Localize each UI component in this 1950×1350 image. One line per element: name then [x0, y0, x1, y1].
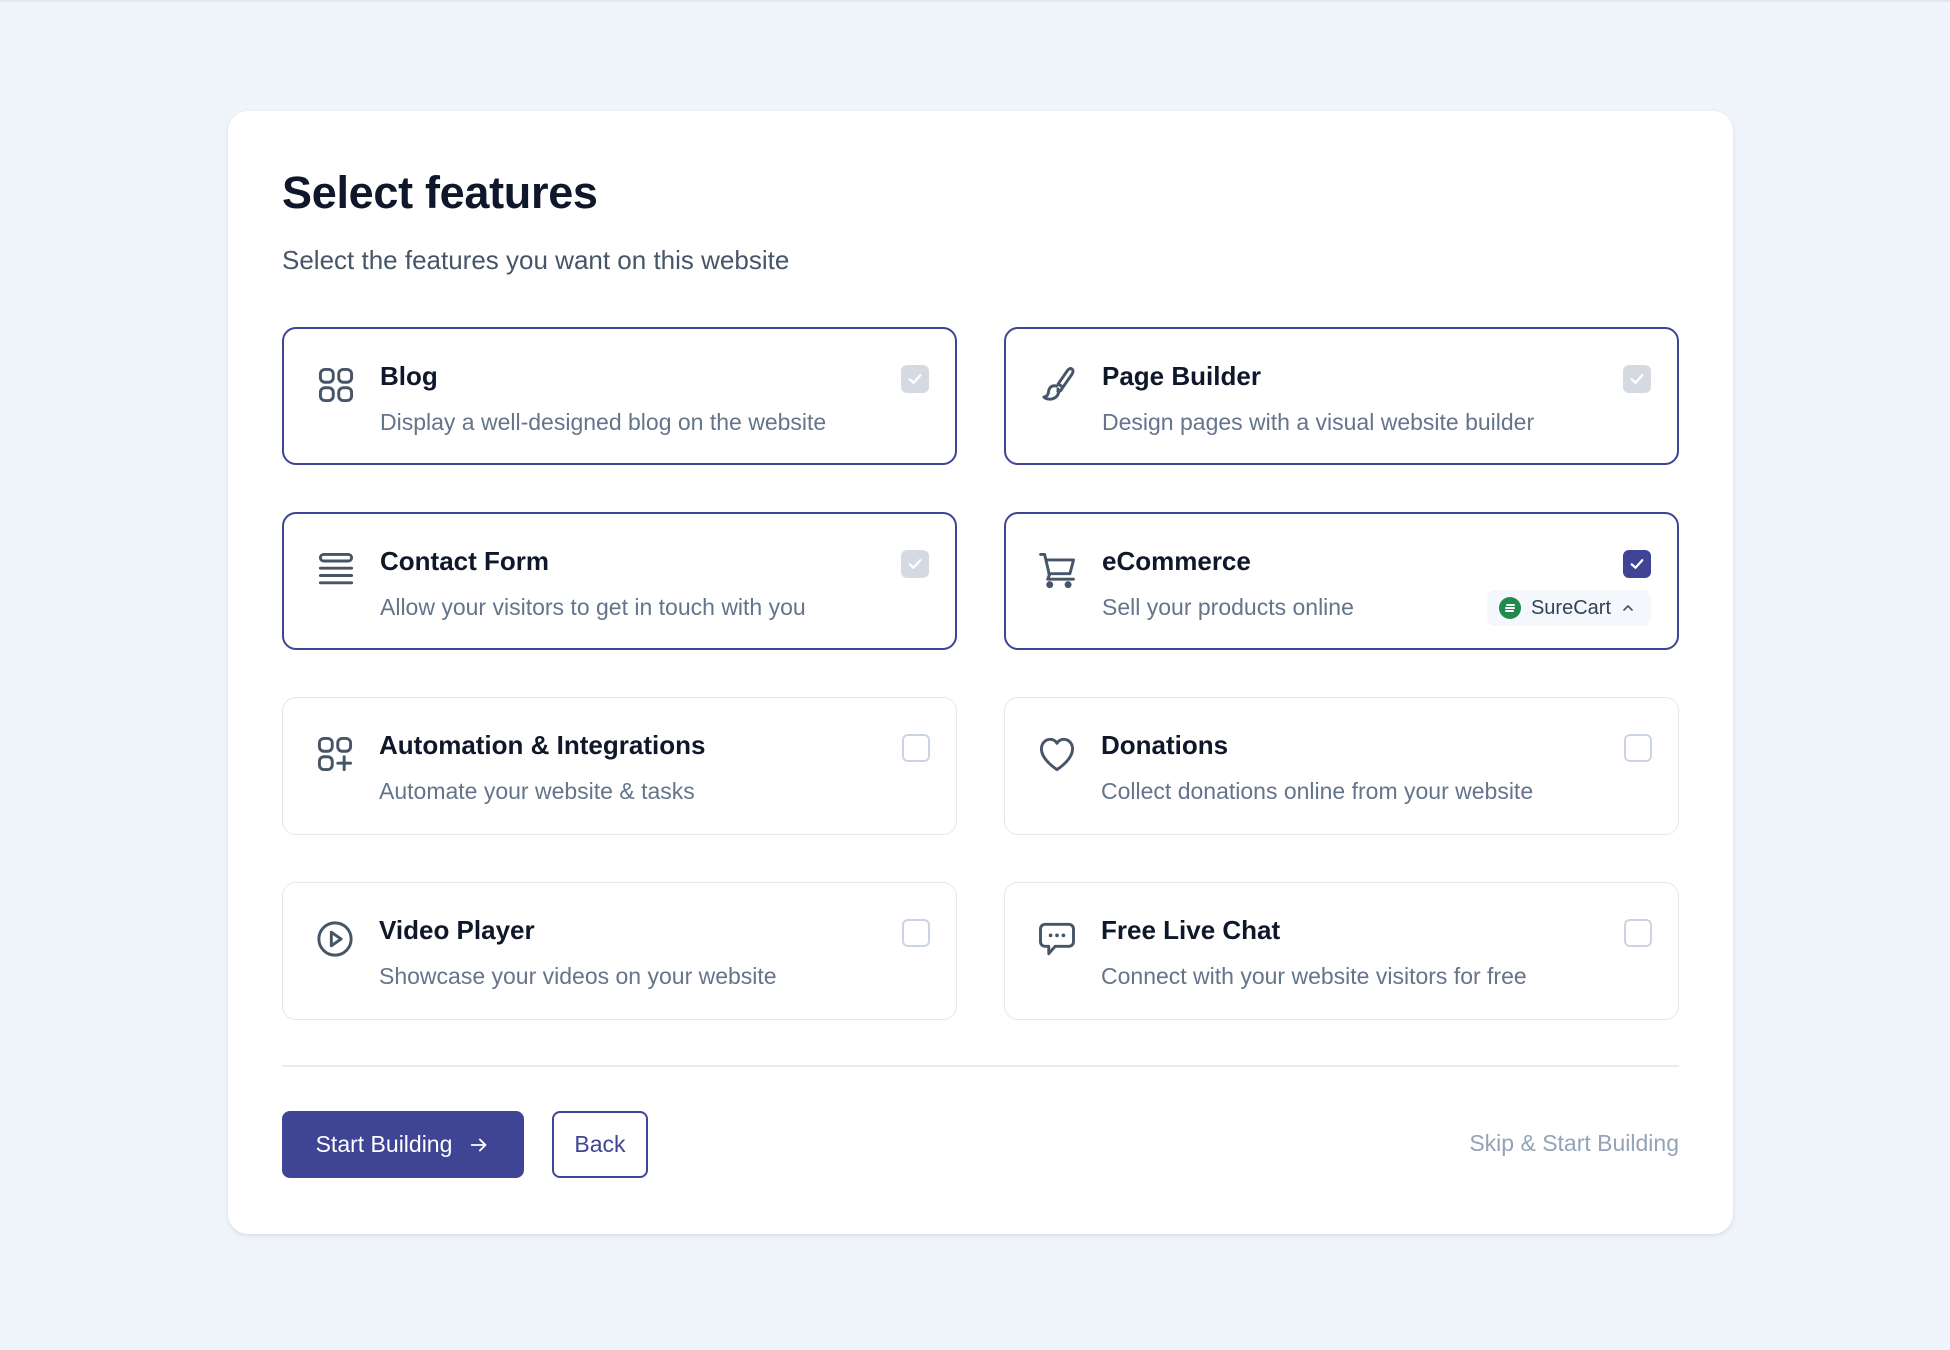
feature-description: Collect donations online from your websi… [1101, 778, 1534, 804]
feature-grid: Blog Display a well-designed blog on the… [282, 327, 1679, 1020]
feature-card-ecommerce[interactable]: eCommerce Sell your products online Sure… [1004, 512, 1679, 650]
feature-description: Allow your visitors to get in touch with… [380, 594, 806, 620]
feature-card-video-player[interactable]: Video Player Showcase your videos on you… [282, 882, 957, 1020]
feature-name: eCommerce [1102, 546, 1251, 576]
heart-icon [1035, 732, 1079, 776]
select-features-panel: Select features Select the features you … [228, 111, 1733, 1234]
feature-checkbox[interactable] [902, 919, 930, 947]
feature-name: Page Builder [1102, 361, 1261, 391]
start-building-button[interactable]: Start Building [282, 1111, 524, 1178]
feature-checkbox[interactable] [902, 734, 930, 762]
feature-description: Sell your products online [1102, 594, 1354, 620]
chat-bubble-icon [1035, 917, 1079, 961]
feature-card-blog[interactable]: Blog Display a well-designed blog on the… [282, 327, 957, 465]
feature-checkbox[interactable] [1623, 550, 1651, 578]
arrow-right-icon [471, 1138, 487, 1151]
feature-description: Showcase your videos on your website [379, 963, 777, 989]
feature-name: Contact Form [380, 546, 549, 576]
checkmark-icon [908, 374, 922, 384]
feature-name: Donations [1101, 730, 1229, 760]
page-subtitle: Select the features you want on this web… [282, 245, 790, 275]
feature-name: Video Player [379, 915, 535, 945]
checkmark-icon [1630, 374, 1644, 384]
page-title: Select features [282, 167, 598, 218]
grid-plus-icon [313, 732, 357, 776]
form-lines-icon [314, 548, 358, 592]
feature-checkbox[interactable] [1623, 365, 1651, 393]
feature-name: Blog [380, 361, 438, 391]
skip-and-start-building-link[interactable]: Skip & Start Building [1469, 1130, 1679, 1157]
grid-icon [314, 363, 358, 407]
surecart-logo-icon [1498, 597, 1521, 619]
feature-card-donations[interactable]: Donations Collect donations online from … [1004, 697, 1679, 835]
back-button[interactable]: Back [552, 1111, 648, 1178]
feature-description: Design pages with a visual website build… [1102, 409, 1535, 435]
feature-card-page-builder[interactable]: Page Builder Design pages with a visual … [1004, 327, 1679, 465]
shopping-cart-icon [1036, 548, 1080, 592]
footer-divider [282, 1065, 1679, 1067]
feature-card-automation-integrations[interactable]: Automation & Integrations Automate your … [282, 697, 957, 835]
start-building-label: Start Building [315, 1131, 453, 1157]
feature-description: Automate your website & tasks [379, 778, 695, 804]
chevron-up-icon [1621, 601, 1635, 615]
feature-name: Free Live Chat [1101, 915, 1281, 945]
paintbrush-icon [1036, 363, 1080, 407]
checkmark-icon [1630, 559, 1644, 569]
feature-checkbox[interactable] [901, 365, 929, 393]
plugin-label: SureCart [1530, 596, 1611, 619]
feature-card-free-live-chat[interactable]: Free Live Chat Connect with your website… [1004, 882, 1679, 1020]
surecart-plugin-toggle[interactable]: SureCart [1486, 590, 1651, 626]
feature-checkbox[interactable] [1624, 734, 1652, 762]
feature-description: Display a well-designed blog on the webs… [380, 409, 827, 435]
feature-name: Automation & Integrations [379, 730, 706, 760]
feature-card-contact-form[interactable]: Contact Form Allow your visitors to get … [282, 512, 957, 650]
play-circle-icon [313, 917, 357, 961]
feature-checkbox[interactable] [1624, 919, 1652, 947]
feature-description: Connect with your website visitors for f… [1101, 963, 1527, 989]
checkmark-icon [908, 559, 922, 569]
feature-checkbox[interactable] [901, 550, 929, 578]
